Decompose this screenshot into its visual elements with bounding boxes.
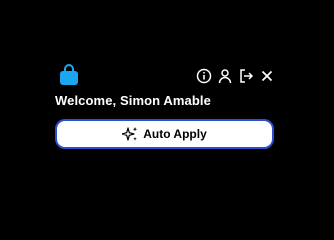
welcome-message: Welcome, Simon Amable: [55, 93, 211, 108]
user-icon[interactable]: [216, 67, 234, 85]
shopping-bag-icon: [59, 64, 79, 86]
logout-icon[interactable]: [237, 67, 255, 85]
sparkle-icon: [122, 126, 138, 142]
info-icon[interactable]: [195, 67, 213, 85]
header-actions: [195, 67, 276, 85]
auto-apply-button[interactable]: Auto Apply: [55, 119, 274, 149]
extension-panel: Welcome, Simon Amable Auto Apply: [0, 0, 334, 215]
auto-apply-label: Auto Apply: [143, 127, 207, 141]
close-icon[interactable]: [258, 67, 276, 85]
